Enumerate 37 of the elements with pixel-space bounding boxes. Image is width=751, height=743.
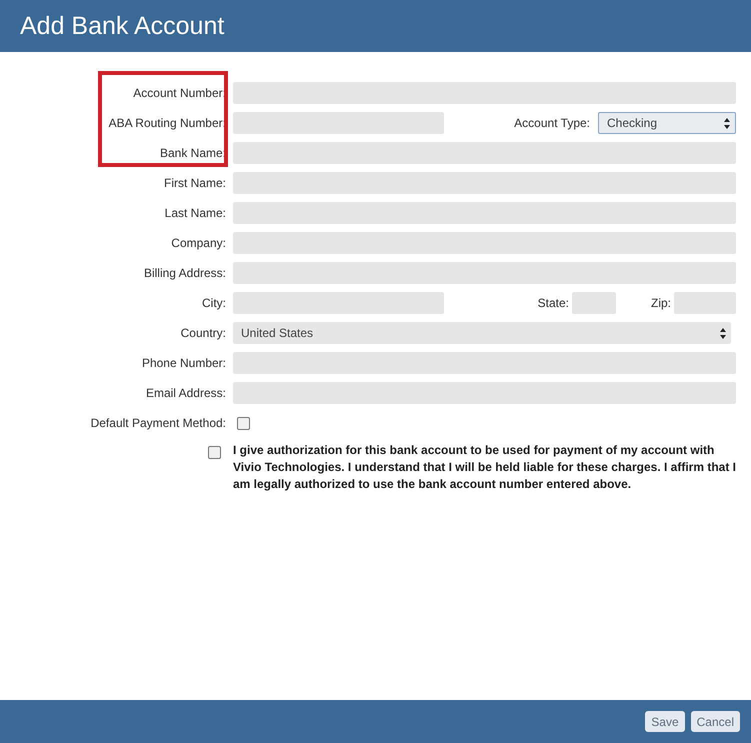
field-label: State: [538,296,569,310]
footer-button[interactable]: Cancel [690,711,740,732]
dropdown-arrows-icon [724,118,730,128]
input-field[interactable] [233,142,736,164]
field-label: Bank Name: [160,146,226,160]
field-label: City: [202,296,226,310]
input-field[interactable] [233,82,736,104]
input-field[interactable] [233,232,736,254]
input-field[interactable] [233,262,736,284]
field-label: Phone Number: [142,356,226,370]
input-field[interactable] [233,292,444,314]
field-label: ABA Routing Number: [108,116,226,130]
input-field[interactable] [233,112,444,134]
input-field[interactable] [233,202,736,224]
input-field[interactable] [233,382,736,404]
window-title: Add Bank Account [20,12,224,40]
dropdown-arrows-icon [720,328,726,338]
footer-button[interactable]: Save [645,711,685,732]
field-label: Last Name: [164,206,226,220]
dropdown[interactable]: United States [233,322,731,344]
field-label: Account Type: [514,116,590,130]
field-label: Country: [180,326,226,340]
checkbox[interactable] [208,446,221,459]
input-field[interactable] [572,292,616,314]
input-field[interactable] [674,292,736,314]
field-label: Company: [171,236,226,250]
authorization-text: I give authorization for this bank account to be used for payment of my account with Vivio Technologies. I understand that I will be held liable for these charges. I affirm that I am legally authorized to use the bank account number entered above. [233,442,736,493]
field-label: Email Address: [146,386,226,400]
field-label: Default Payment Method: [90,416,226,430]
field-label: Zip: [650,296,671,310]
input-field[interactable] [233,172,736,194]
field-label: Account Number: [133,86,226,100]
checkbox[interactable] [237,416,250,430]
input-field[interactable] [233,352,736,374]
field-label: First Name: [164,176,226,190]
dropdown[interactable]: Checking [598,112,736,134]
field-label: Billing Address: [144,266,226,280]
